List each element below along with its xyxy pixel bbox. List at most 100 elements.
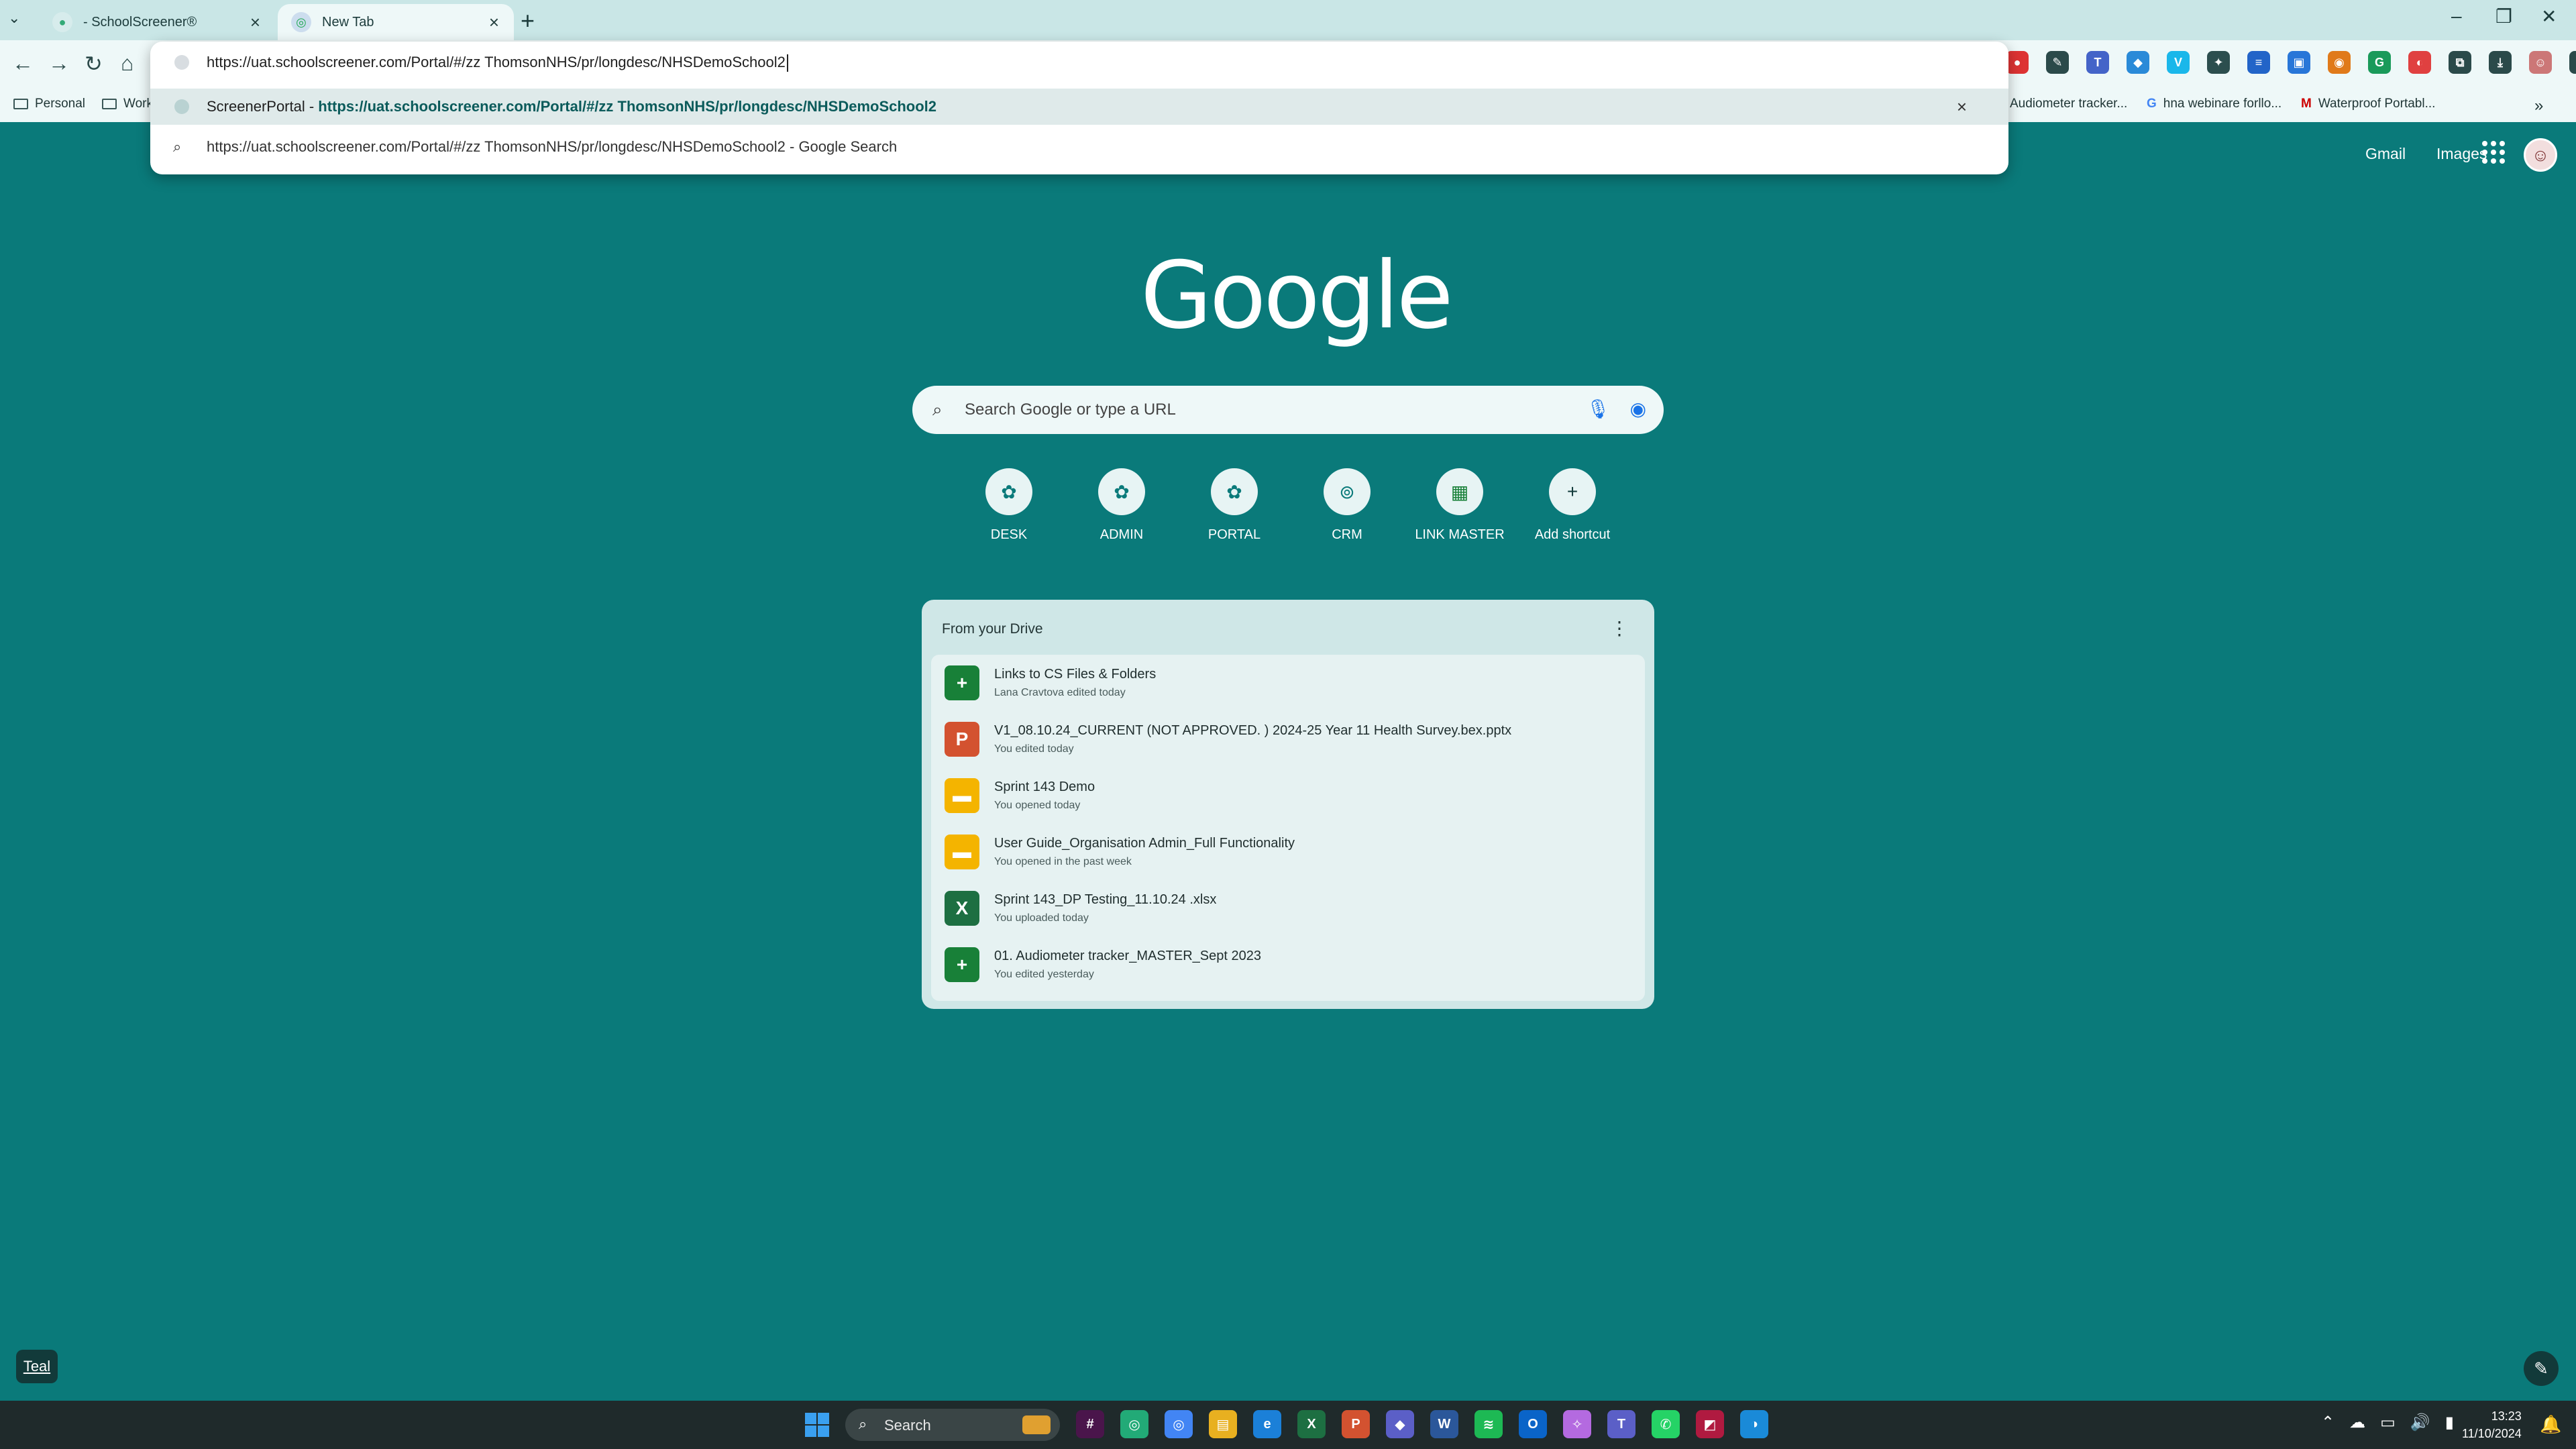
bookmarks-overflow-chevron-icon[interactable]: »	[2534, 97, 2543, 115]
minimize-icon[interactable]: –	[2451, 5, 2462, 27]
drive-file-item[interactable]: + Links to CS Files & Folders Lana Cravt…	[931, 655, 1645, 711]
copilot-icon[interactable]: ✧	[1563, 1410, 1591, 1438]
bookmark-folder-work[interactable]: Work	[102, 97, 153, 111]
drive-file-detail: You opened in the past week	[994, 856, 1132, 867]
notifications-bell-icon[interactable]: 🔔	[2540, 1414, 2561, 1435]
shortcut-desk[interactable]: ✿ DESK	[953, 463, 1065, 543]
bookmark-waterproof[interactable]: M Waterproof Portabl...	[2301, 97, 2435, 111]
battery-icon[interactable]: ▮	[2445, 1413, 2454, 1432]
back-arrow-icon[interactable]: ←	[12, 51, 34, 76]
outlook-icon[interactable]: O	[1519, 1410, 1547, 1438]
search-box[interactable]: ⌕ 🎙 ◉	[912, 386, 1664, 434]
slack-icon[interactable]: #	[1076, 1410, 1104, 1438]
vimeo-extension-icon[interactable]: V	[2167, 51, 2190, 74]
shortcut-add[interactable]: + Add shortcut	[1516, 463, 1629, 543]
chrome-profile-icon[interactable]: ◎	[1165, 1410, 1193, 1438]
home-icon[interactable]: ⌂	[121, 51, 133, 76]
app-icon[interactable]: ◆	[1386, 1410, 1414, 1438]
bookmark-audiometer[interactable]: Audiometer tracker...	[2010, 97, 2127, 111]
drive-file-item[interactable]: + 01. Audiometer tracker_MASTER_Sept 202…	[931, 936, 1645, 993]
close-window-icon[interactable]: ✕	[2541, 5, 2557, 28]
powerpoint-icon[interactable]: P	[1342, 1410, 1370, 1438]
crm-favicon-icon: ⊚	[1324, 468, 1371, 515]
tag-extension-icon[interactable]: ◆	[2127, 51, 2149, 74]
restore-icon[interactable]: ❐	[2496, 5, 2512, 28]
portal-favicon-icon: ✿	[1211, 468, 1258, 515]
chrome-icon[interactable]: ◎	[1120, 1410, 1148, 1438]
forward-arrow-icon[interactable]: →	[48, 51, 70, 76]
grammarly-extension-icon[interactable]: G	[2368, 51, 2391, 74]
teams-extension-icon[interactable]: T	[2086, 51, 2109, 74]
shortcut-label: PORTAL	[1208, 527, 1261, 542]
shortcut-link-master[interactable]: ▦ LINK MASTER	[1403, 463, 1516, 543]
extension-icon[interactable]: ▣	[2288, 51, 2310, 74]
word-icon[interactable]: W	[1430, 1410, 1458, 1438]
omnibox-suggestion-search[interactable]: ⌕ https://uat.schoolscreener.com/Portal/…	[150, 129, 2008, 165]
shortcut-portal[interactable]: ✿ PORTAL	[1178, 463, 1291, 543]
remove-suggestion-icon[interactable]: ×	[1957, 97, 1967, 117]
network-icon[interactable]: ▭	[2380, 1413, 2396, 1432]
shortcut-crm[interactable]: ⊚ CRM	[1291, 463, 1403, 543]
extension-icon[interactable]: ◐	[2408, 51, 2431, 74]
desk-favicon-icon: ✿	[985, 468, 1032, 515]
chrome-favicon-icon: ◎	[291, 12, 311, 32]
theme-attribution-link[interactable]: Teal	[16, 1350, 58, 1383]
google-apps-icon[interactable]	[2482, 141, 2505, 164]
app-icon[interactable]: ◩	[1696, 1410, 1724, 1438]
drive-file-item[interactable]: P V1_08.10.24_CURRENT (NOT APPROVED. ) 2…	[931, 711, 1645, 767]
profile-icon[interactable]: ☺	[2529, 51, 2552, 74]
shortcut-admin[interactable]: ✿ ADMIN	[1065, 463, 1178, 543]
reload-icon[interactable]: ↻	[85, 51, 103, 76]
drive-file-item[interactable]: ▬ Sprint 143 Demo You opened today	[931, 767, 1645, 824]
extension-icon[interactable]: ≡	[2247, 51, 2270, 74]
edge-icon[interactable]: e	[1253, 1410, 1281, 1438]
close-tab-icon[interactable]: ×	[250, 12, 260, 33]
sheets-file-icon: +	[945, 947, 979, 982]
show-hidden-icons-chevron-icon[interactable]: ⌃	[2321, 1413, 2334, 1432]
gmail-link[interactable]: Gmail	[2365, 145, 2406, 163]
excel-icon[interactable]: X	[1297, 1410, 1326, 1438]
tab-new-tab[interactable]: ◎ New Tab ×	[278, 4, 514, 40]
drive-file-item[interactable]: X Sprint 143_DP Testing_11.10.24 .xlsx Y…	[931, 880, 1645, 936]
account-avatar[interactable]: ☺	[2524, 138, 2557, 172]
excel-file-icon: X	[945, 891, 979, 926]
menu-kebab-icon[interactable]: ⋮	[2569, 51, 2576, 74]
brand-icon: M	[2301, 97, 2312, 111]
omnibox-input-row[interactable]: https://uat.schoolscreener.com/Portal/#/…	[150, 42, 2008, 85]
taskbar-search-box[interactable]: ⌕ Search	[845, 1409, 1060, 1441]
customize-chrome-pencil-icon[interactable]: ✎	[2524, 1351, 2559, 1386]
images-link[interactable]: Images	[2436, 145, 2487, 163]
tab-schoolscreener[interactable]: ● - SchoolScreener® ×	[39, 4, 275, 40]
extension-icon[interactable]: ●	[2006, 51, 2029, 74]
app-icon[interactable]: ◑	[1740, 1410, 1768, 1438]
suggestion-site: ScreenerPortal -	[207, 98, 319, 115]
windows-start-icon[interactable]	[805, 1413, 829, 1437]
onedrive-icon[interactable]: ☁	[2349, 1413, 2365, 1432]
new-tab-plus-icon[interactable]: +	[521, 7, 535, 35]
downloads-icon[interactable]: ⤓	[2489, 51, 2512, 74]
spotify-icon[interactable]: ≋	[1474, 1410, 1503, 1438]
extension-icon[interactable]: ◉	[2328, 51, 2351, 74]
bookmark-folder-personal[interactable]: Personal	[13, 97, 85, 111]
omnibox-suggestion-history[interactable]: ScreenerPortal - https://uat.schoolscree…	[150, 89, 2008, 125]
drive-file-item[interactable]: ▬ User Guide_Organisation Admin_Full Fun…	[931, 824, 1645, 880]
tab-search-chevron-icon[interactable]: ⌄	[8, 9, 20, 27]
address-bar-input[interactable]: https://uat.schoolscreener.com/Portal/#/…	[207, 54, 788, 72]
bookmark-hna-webinar[interactable]: G hna webinare forllo...	[2147, 97, 2282, 111]
volume-icon[interactable]: 🔊	[2410, 1413, 2430, 1432]
teams-icon[interactable]: T	[1607, 1410, 1635, 1438]
site-info-icon[interactable]	[174, 55, 189, 70]
microphone-icon[interactable]: 🎙	[1586, 398, 1610, 420]
pen-extension-icon[interactable]: ✎	[2046, 51, 2069, 74]
file-explorer-icon[interactable]: ▤	[1209, 1410, 1237, 1438]
extension-icon[interactable]: ✦	[2207, 51, 2230, 74]
close-tab-icon[interactable]: ×	[489, 12, 499, 33]
whatsapp-icon[interactable]: ✆	[1652, 1410, 1680, 1438]
search-input[interactable]	[965, 386, 1568, 434]
taskbar-clock[interactable]: 13:23 11/10/2024	[2462, 1407, 2522, 1442]
google-lens-icon[interactable]: ◉	[1630, 398, 1646, 420]
more-options-icon[interactable]: ⋮	[1610, 617, 1629, 639]
google-icon: G	[2147, 97, 2157, 111]
suggestion-text: ScreenerPortal - https://uat.schoolscree…	[207, 98, 936, 115]
extensions-puzzle-icon[interactable]: ⧉	[2449, 51, 2471, 74]
